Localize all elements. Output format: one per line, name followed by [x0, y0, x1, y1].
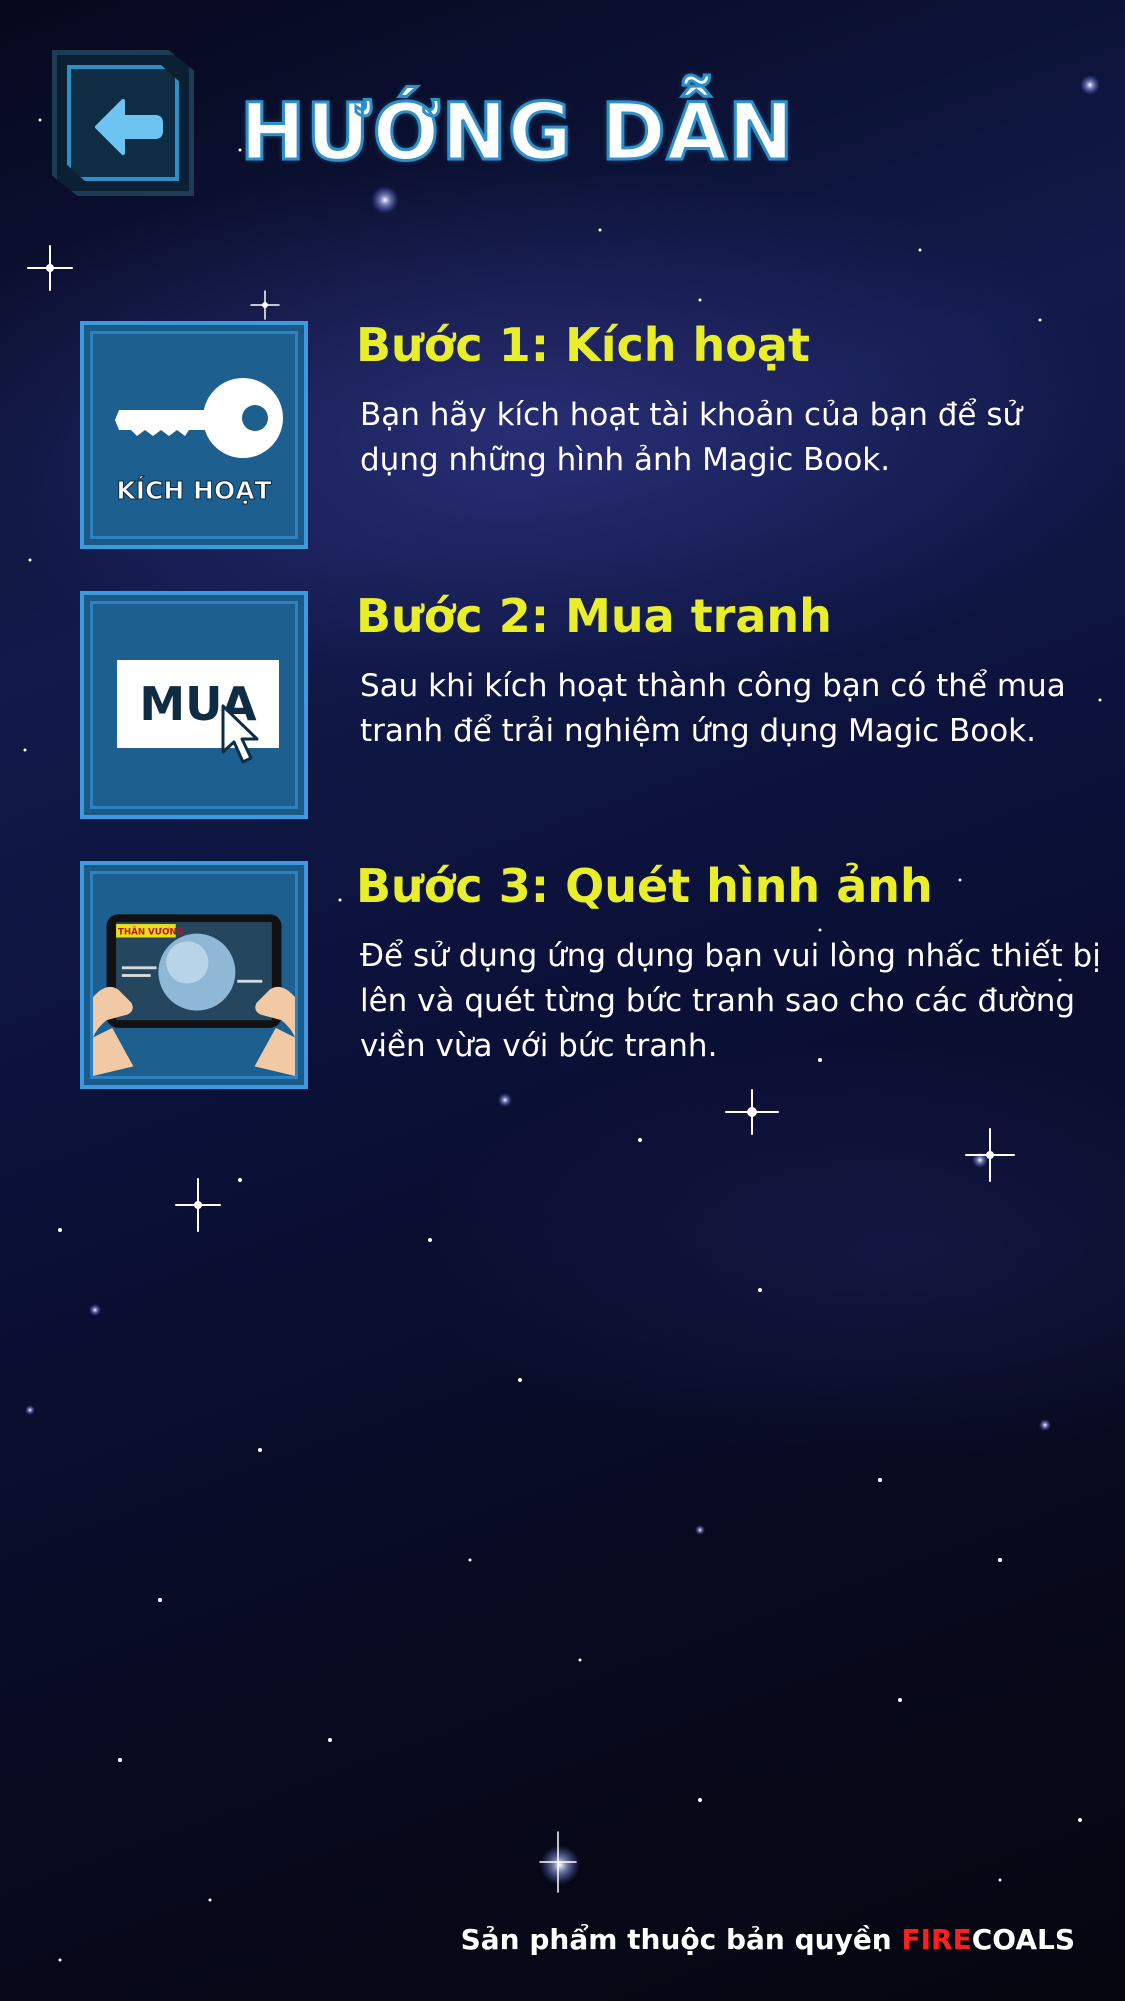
back-button-frame	[67, 65, 179, 181]
brand-name-coals: COALS	[971, 1923, 1075, 1956]
buy-step-icon[interactable]: MUA	[80, 591, 308, 819]
arrow-left-icon	[95, 99, 163, 155]
scan-step-icon[interactable]: THÂN VƯƠNG	[80, 861, 308, 1089]
step-3-description: Để sử dụng ứng dụng bạn vui lòng nhấc th…	[360, 938, 1101, 1064]
tablet-scan-icon: THÂN VƯƠNG	[93, 874, 295, 1076]
back-button[interactable]	[52, 50, 194, 196]
key-icon	[115, 378, 283, 458]
step-3-title: Bước 3: Quét hình ảnh	[356, 859, 933, 913]
buy-step-icon-frame: MUA	[90, 601, 298, 809]
cursor-icon	[221, 704, 259, 764]
page-title: HƯỚNG DẪN	[239, 87, 795, 180]
step-2-title: Bước 2: Mua tranh	[356, 589, 832, 643]
step-2-description: Sau khi kích hoạt thành công bạn có thể …	[360, 668, 1066, 749]
activate-step-icon-frame: KÍCH HOẠT	[90, 331, 298, 539]
step-1-title: Bước 1: Kích hoạt	[356, 318, 810, 372]
step-1-description: Bạn hãy kích hoạt tài khoản của bạn để s…	[360, 397, 1023, 478]
tablet-screen-text: THÂN VƯƠNG	[118, 926, 184, 938]
brand-name-fire: FIRE	[901, 1923, 972, 1956]
scan-step-icon-frame: THÂN VƯƠNG	[90, 871, 298, 1079]
activate-icon-label: KÍCH HOẠT	[116, 476, 272, 506]
copyright-text: Sản phẩm thuộc bản quyền	[460, 1923, 902, 1956]
activate-step-icon[interactable]: KÍCH HOẠT	[80, 321, 308, 549]
copyright-footer: Sản phẩm thuộc bản quyền FIRECOALS	[461, 1920, 1075, 1960]
